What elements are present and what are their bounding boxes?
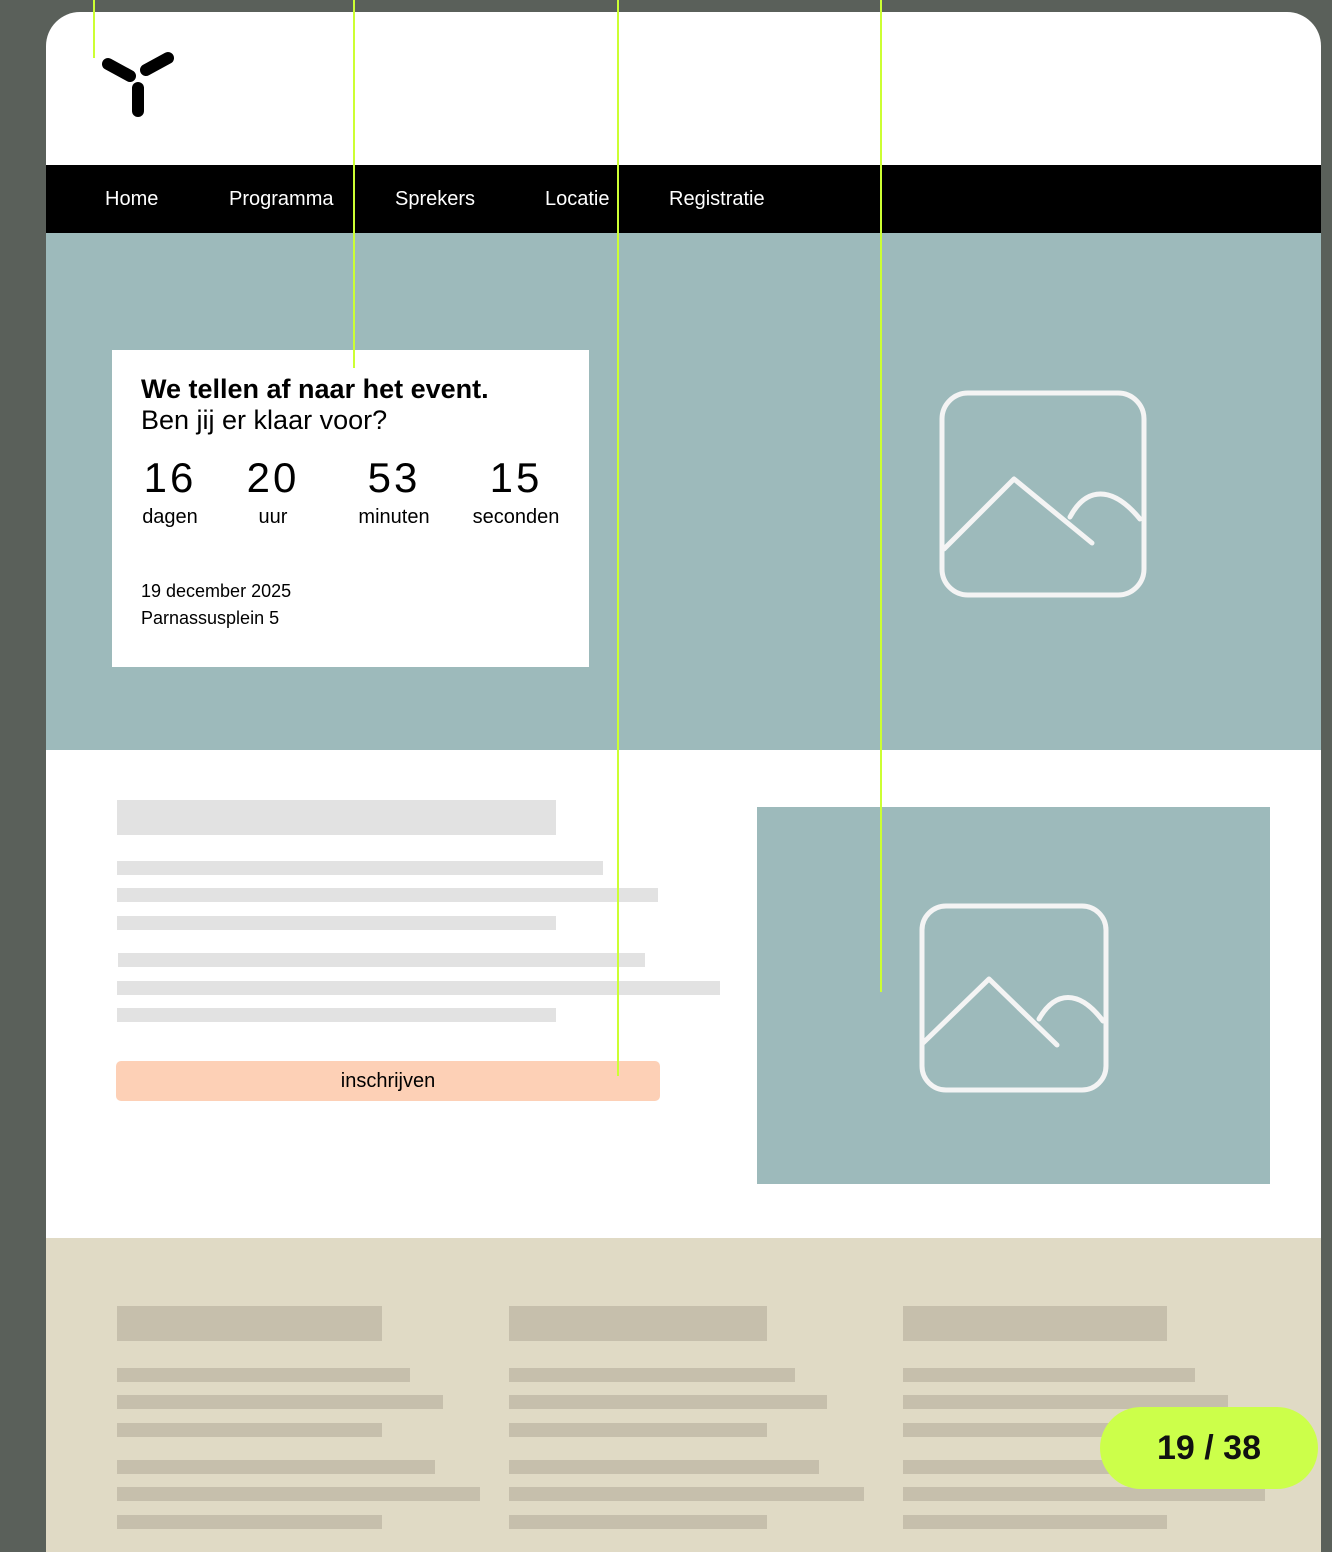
guide-line-logo <box>93 0 95 58</box>
seconds-label: seconden <box>472 506 560 528</box>
text-line-placeholder <box>117 888 658 902</box>
event-address: Parnassusplein 5 <box>141 608 280 628</box>
text-line-placeholder <box>117 861 603 875</box>
footer-section <box>46 1238 1321 1552</box>
footer-line-placeholder <box>509 1395 827 1409</box>
content-section: inschrijven <box>46 750 1321 1238</box>
text-line-placeholder <box>118 953 645 967</box>
page-counter-badge: 19 / 38 <box>1100 1407 1318 1489</box>
page-frame: Home Programma Sprekers Locatie Registra… <box>46 12 1321 1552</box>
register-button[interactable]: inschrijven <box>116 1061 660 1101</box>
footer-line-placeholder <box>509 1515 767 1529</box>
image-placeholder <box>757 807 1270 1184</box>
text-line-placeholder <box>117 1008 556 1022</box>
footer-line-placeholder <box>117 1515 382 1529</box>
days-label: dagen <box>142 506 198 528</box>
footer-line-placeholder <box>117 1395 443 1409</box>
countdown-subheading: Ben jij er klaar voor? <box>141 405 388 435</box>
countdown-days: 16 dagen <box>115 454 225 529</box>
countdown-hours: 20 uur <box>218 454 328 529</box>
footer-heading-placeholder <box>509 1306 767 1341</box>
nav-locatie[interactable]: Locatie <box>545 165 610 233</box>
top-navigation: Home Programma Sprekers Locatie Registra… <box>46 165 1321 233</box>
nav-sprekers[interactable]: Sprekers <box>395 165 475 233</box>
nav-registratie[interactable]: Registratie <box>669 165 765 233</box>
text-line-placeholder <box>117 981 720 995</box>
hours-value: 20 <box>246 454 300 501</box>
footer-heading-placeholder <box>903 1306 1167 1341</box>
footer-line-placeholder <box>509 1368 795 1382</box>
countdown-heading: We tellen af naar het event. <box>141 374 489 404</box>
nav-home[interactable]: Home <box>105 165 158 233</box>
minutes-value: 53 <box>367 454 421 501</box>
guide-line-image <box>880 0 882 992</box>
footer-line-placeholder <box>903 1487 1265 1501</box>
guide-line-button <box>617 0 619 1076</box>
footer-line-placeholder <box>117 1368 410 1382</box>
footer-heading-placeholder <box>117 1306 382 1341</box>
hero-section: We tellen af naar het event. Ben jij er … <box>46 233 1321 750</box>
nav-programma[interactable]: Programma <box>229 165 333 233</box>
logo-icon[interactable] <box>100 48 176 120</box>
footer-line-placeholder <box>117 1460 435 1474</box>
event-date: 19 december 2025 <box>141 581 292 601</box>
image-placeholder-icon <box>919 903 1109 1093</box>
footer-line-placeholder <box>509 1423 767 1437</box>
footer-line-placeholder <box>117 1423 382 1437</box>
heading-placeholder <box>117 800 556 835</box>
text-line-placeholder <box>117 916 556 930</box>
footer-line-placeholder <box>903 1515 1167 1529</box>
footer-line-placeholder <box>509 1460 819 1474</box>
image-placeholder-icon <box>939 390 1147 598</box>
footer-line-placeholder <box>509 1487 864 1501</box>
seconds-value: 15 <box>489 454 543 501</box>
footer-line-placeholder <box>903 1368 1195 1382</box>
countdown-seconds: 15 seconden <box>461 454 571 529</box>
countdown-minutes: 53 minuten <box>339 454 449 529</box>
minutes-label: minuten <box>358 506 430 528</box>
days-value: 16 <box>143 454 197 501</box>
guide-line-countdown <box>353 0 355 368</box>
footer-line-placeholder <box>117 1487 480 1501</box>
countdown-card: We tellen af naar het event. Ben jij er … <box>112 350 589 667</box>
hours-label: uur <box>258 506 288 528</box>
